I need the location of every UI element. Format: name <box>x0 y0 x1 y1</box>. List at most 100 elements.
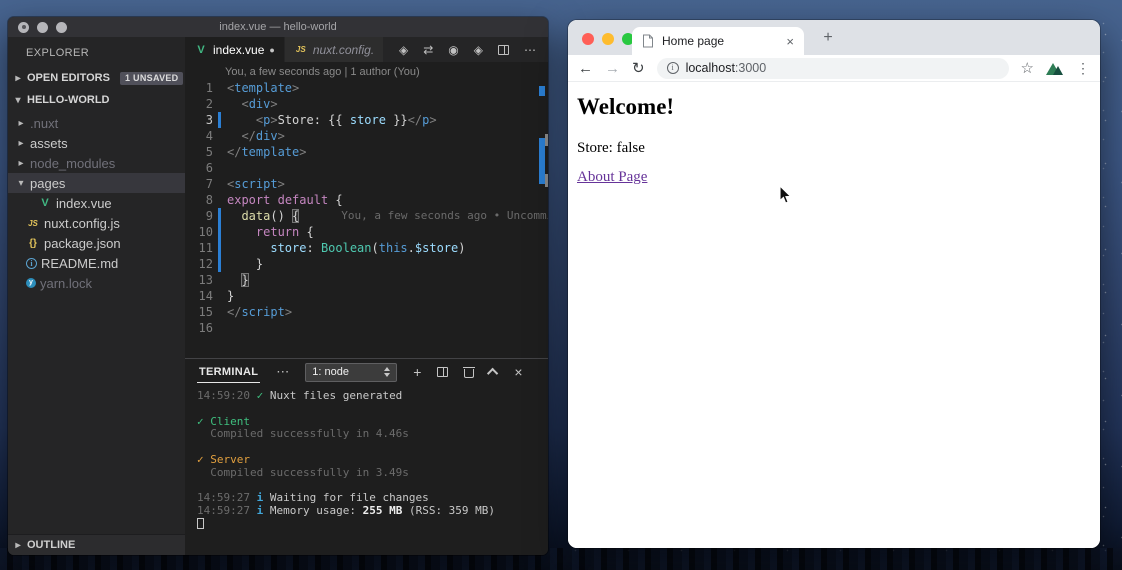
tab-nuxt-config[interactable]: JS nuxt.config. <box>284 37 383 62</box>
explorer-sidebar: EXPLORER ▸ OPEN EDITORS 1 UNSAVED ▾ HELL… <box>8 37 185 555</box>
bookmark-star-icon[interactable]: ☆ <box>1021 59 1034 77</box>
terminal-shell-select[interactable]: 1: node <box>305 363 397 382</box>
terminal-panel: TERMINAL ⋯ 1: node + × 14:59:20 ✓ Nuxt f… <box>185 358 548 555</box>
code-line: 14} <box>185 288 548 304</box>
browser-tabstrip[interactable]: Home page × + <box>568 20 1100 55</box>
terminal-line: 14:59:20 ✓ Nuxt files generated <box>197 390 548 403</box>
code-line: 3 <p>Store: {{ store }}</p> <box>185 112 548 128</box>
chevron-down-icon: ▾ <box>16 178 26 189</box>
code-editor[interactable]: You, a few seconds ago | 1 author (You) … <box>185 62 548 358</box>
editor-tabbar: V index.vue ● JS nuxt.config. ◈ ⇄ ◉ ◈ <box>185 37 548 62</box>
project-section[interactable]: ▾ HELLO-WORLD <box>8 89 185 111</box>
zoom-window-button[interactable] <box>56 22 67 33</box>
tree-item-label: yarn.lock <box>40 276 92 291</box>
tree-item[interactable]: y yarn.lock <box>8 273 185 293</box>
url-port: :3000 <box>735 61 766 75</box>
terminal-line <box>197 518 548 531</box>
tree-item-label: assets <box>30 136 68 151</box>
editor-actions: ◈ ⇄ ◉ ◈ ⋯ <box>387 37 548 62</box>
code-line: 4 </div> <box>185 128 548 144</box>
browser-menu-icon[interactable]: ⋮ <box>1076 60 1090 77</box>
address-bar[interactable]: i localhost:3000 <box>657 58 1009 79</box>
toggle-annotations-icon[interactable]: ◉ <box>448 43 458 57</box>
modified-dot-icon[interactable]: ● <box>269 45 274 55</box>
split-terminal-icon[interactable] <box>437 367 448 377</box>
yarn-file-icon: y <box>26 278 36 288</box>
about-page-link[interactable]: About Page <box>577 169 647 185</box>
back-icon[interactable]: ← <box>578 61 593 76</box>
tree-item[interactable]: ▾pages <box>8 173 185 193</box>
browser-tab[interactable]: Home page × <box>632 27 804 55</box>
tree-item[interactable]: i README.md <box>8 253 185 273</box>
tab-label: nuxt.config. <box>313 43 374 57</box>
tree-item-label: package.json <box>44 236 121 251</box>
forward-icon[interactable]: → <box>605 61 620 76</box>
desktop: index.vue — hello-world EXPLORER ▸ OPEN … <box>0 0 1122 570</box>
chevron-right-icon: ▸ <box>16 118 26 129</box>
tab-close-icon[interactable]: × <box>786 34 794 49</box>
nuxt-extension-icon[interactable] <box>1046 62 1064 75</box>
code-line: 11 store: Boolean(this.$store) <box>185 240 548 256</box>
close-window-button[interactable] <box>18 22 29 33</box>
close-window-button[interactable] <box>582 33 594 45</box>
more-actions-icon[interactable]: ⋯ <box>524 43 536 57</box>
page-heading: Welcome! <box>577 94 1100 120</box>
minimize-window-button[interactable] <box>37 22 48 33</box>
code-line: 9 data() {You, a few seconds ago • Uncom… <box>185 208 548 224</box>
minimize-window-button[interactable] <box>602 33 614 45</box>
chevron-right-icon: ▸ <box>16 158 26 169</box>
tree-item-label: node_modules <box>30 156 115 171</box>
chevron-right-icon: ▸ <box>12 540 24 551</box>
terminal-more-icon[interactable]: ⋯ <box>276 364 289 380</box>
code-line: 1<template> <box>185 80 548 96</box>
split-editor-icon[interactable] <box>498 45 509 55</box>
web-page-content: Welcome! Store: false About Page <box>568 82 1100 548</box>
code-line: 12 } <box>185 256 548 272</box>
page-favicon-icon <box>642 34 654 48</box>
outline-label: OUTLINE <box>27 539 75 551</box>
vue-file-icon: V <box>38 197 52 209</box>
chevron-right-icon: ▸ <box>12 73 24 84</box>
close-panel-icon[interactable]: × <box>514 364 522 380</box>
reload-icon[interactable]: ↻ <box>632 61 645 76</box>
tree-item[interactable]: Vindex.vue <box>8 193 185 213</box>
terminal-title[interactable]: TERMINAL <box>197 361 260 383</box>
tree-item-label: index.vue <box>56 196 112 211</box>
js-file-icon: JS <box>294 45 308 54</box>
gitlens-icon[interactable]: ◈ <box>399 43 408 57</box>
vscode-window: index.vue — hello-world EXPLORER ▸ OPEN … <box>8 17 548 555</box>
site-info-icon[interactable]: i <box>667 62 679 74</box>
tree-item[interactable]: {} package.json <box>8 233 185 253</box>
unsaved-badge: 1 UNSAVED <box>120 72 184 85</box>
new-tab-button[interactable]: + <box>816 26 840 50</box>
outline-section[interactable]: ▸ OUTLINE <box>8 534 185 555</box>
url-host: localhost <box>686 61 735 75</box>
gitlens-inline-blame: You, a few seconds ago • Uncommi <box>341 208 548 224</box>
explorer-header: EXPLORER <box>8 37 185 67</box>
vscode-titlebar[interactable]: index.vue — hello-world <box>8 17 548 37</box>
code-line: 13 } <box>185 272 548 288</box>
gitlens-blame-header[interactable]: You, a few seconds ago | 1 author (You) <box>225 66 548 79</box>
markdown-file-icon: i <box>26 258 37 269</box>
terminal-cursor <box>197 518 204 529</box>
gitlens-features-icon[interactable]: ◈ <box>474 43 483 57</box>
tree-item[interactable]: JSnuxt.config.js <box>8 213 185 233</box>
overview-ruler[interactable] <box>538 62 548 358</box>
vscode-traffic-lights <box>18 22 67 33</box>
json-file-icon: {} <box>26 238 40 249</box>
open-changes-icon[interactable]: ⇄ <box>423 43 433 57</box>
tab-index-vue[interactable]: V index.vue ● <box>185 37 284 62</box>
open-editors-section[interactable]: ▸ OPEN EDITORS 1 UNSAVED <box>8 67 185 89</box>
select-arrows-icon <box>384 367 390 377</box>
tree-item[interactable]: ▸assets <box>8 133 185 153</box>
terminal-line: 14:59:27 i Memory usage: 255 MB (RSS: 35… <box>197 505 548 518</box>
tree-item-label: README.md <box>41 256 118 271</box>
terminal-output[interactable]: 14:59:20 ✓ Nuxt files generated ✓ Client… <box>185 385 548 555</box>
code-line: 7<script> <box>185 176 548 192</box>
terminal-header: TERMINAL ⋯ 1: node + × <box>185 359 548 385</box>
kill-terminal-icon[interactable] <box>464 367 474 378</box>
maximize-panel-icon[interactable] <box>490 368 498 376</box>
new-terminal-icon[interactable]: + <box>413 364 421 380</box>
tree-item[interactable]: ▸ node_modules <box>8 153 185 173</box>
tree-item[interactable]: ▸.nuxt <box>8 113 185 133</box>
